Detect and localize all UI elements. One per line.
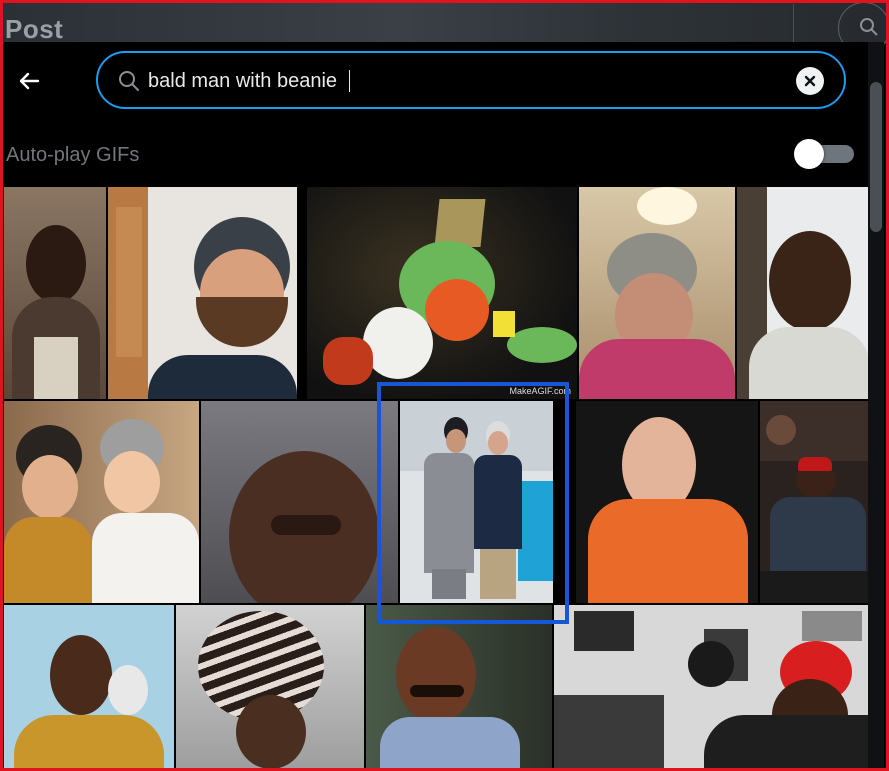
gif-result[interactable] (576, 401, 758, 603)
back-button[interactable] (14, 66, 44, 96)
scrollbar-thumb[interactable] (870, 82, 882, 232)
background-header (0, 0, 889, 44)
gif-result[interactable] (108, 187, 297, 399)
gif-result[interactable] (366, 605, 552, 768)
gif-result[interactable]: MakeAGIF.com (307, 187, 577, 399)
gif-result[interactable] (554, 605, 870, 768)
gif-result[interactable] (201, 401, 398, 603)
scrollbar[interactable] (868, 42, 884, 768)
toggle-knob (794, 139, 824, 169)
gif-result[interactable] (176, 605, 364, 768)
clear-search-button[interactable] (796, 67, 824, 95)
gif-search-box[interactable] (96, 51, 846, 109)
gif-picker-modal: Auto-play GIFs MakeAGIF.com (4, 42, 871, 768)
arrow-left-icon (19, 72, 40, 90)
gif-search-input[interactable] (148, 67, 778, 95)
gif-result[interactable] (4, 401, 199, 603)
search-icon (119, 71, 139, 91)
gif-result[interactable] (4, 605, 174, 768)
gif-watermark: MakeAGIF.com (509, 386, 571, 396)
gif-result[interactable] (737, 187, 870, 399)
gif-result[interactable] (760, 401, 870, 603)
search-icon (860, 18, 878, 36)
background-page-title: Post (5, 14, 64, 44)
autoplay-toggle[interactable] (794, 139, 854, 169)
background-divider (793, 4, 794, 44)
text-caret (349, 70, 350, 92)
gif-result[interactable] (4, 187, 106, 399)
autoplay-label: Auto-play GIFs (6, 144, 140, 166)
gif-result[interactable] (400, 401, 553, 603)
gif-result[interactable] (579, 187, 735, 399)
close-icon (804, 75, 816, 87)
